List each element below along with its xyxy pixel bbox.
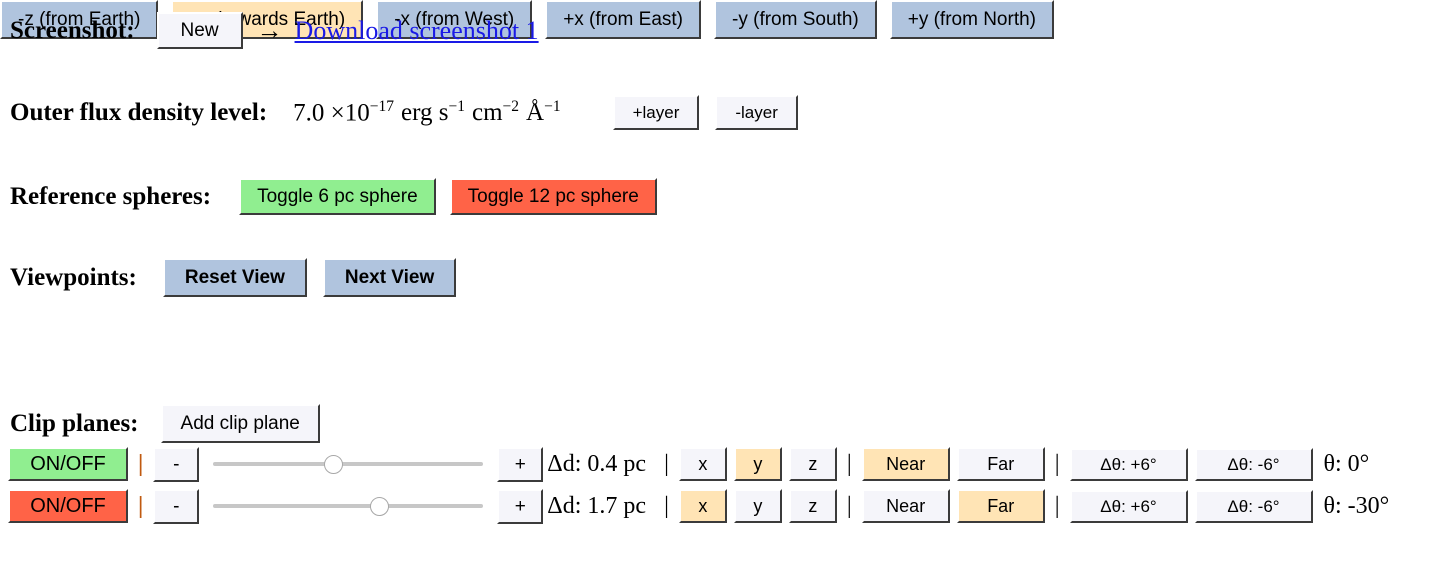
reference-spheres-row: Reference spheres: Toggle 6 pc sphere To…	[10, 178, 657, 215]
clip-plane-axis-group: xyz	[678, 489, 837, 523]
layer-button-group: +layer -layer	[612, 95, 798, 130]
flux-mantissa: 7.0 ×10	[293, 99, 370, 127]
clip-plane-increment-button[interactable]: +	[497, 446, 544, 482]
clip-plane-onoff-toggle[interactable]: ON/OFF	[8, 489, 128, 523]
flux-unit-angstrom-exponent: −1	[544, 97, 561, 115]
sphere-toggle-group: Toggle 6 pc sphere Toggle 12 pc sphere	[239, 178, 657, 215]
clip-plane-side-button-far[interactable]: Far	[956, 489, 1045, 523]
clip-plane-axis-group: xyz	[678, 447, 837, 481]
separator: |	[138, 451, 144, 477]
control-panel: Screenshot: New → Download screenshot 1 …	[0, 0, 1446, 561]
clip-plane-theta-group: Δθ: +6° Δθ: -6°	[1069, 489, 1313, 523]
clip-plane-side-button-near[interactable]: Near	[861, 489, 950, 523]
clip-plane-theta-increase-button[interactable]: Δθ: +6°	[1069, 489, 1188, 523]
toggle-12pc-sphere-button[interactable]: Toggle 12 pc sphere	[449, 178, 657, 215]
remove-layer-button[interactable]: -layer	[715, 95, 798, 130]
flux-density-row: Outer flux density level: 7.0 ×10−17 erg …	[10, 95, 798, 130]
clip-plane-axis-button-y[interactable]: y	[733, 489, 782, 523]
clip-planes-header-row: Clip planes: Add clip plane	[10, 404, 320, 443]
flux-unit-erg: erg s	[401, 99, 449, 127]
clip-plane-decrement-button[interactable]: -	[153, 488, 200, 524]
clip-plane-theta-value: θ: -30°	[1323, 492, 1390, 519]
clip-planes-label: Clip planes:	[10, 409, 139, 437]
clip-plane-theta-decrease-button[interactable]: Δθ: -6°	[1194, 489, 1313, 523]
viewpoints-row: Viewpoints: Reset View Next View	[10, 258, 457, 297]
flux-density-label: Outer flux density level:	[10, 98, 268, 126]
flux-unit-cm: cm	[471, 99, 503, 127]
clip-plane-side-group: Near Far	[861, 447, 1045, 481]
separator: |	[846, 493, 852, 519]
clip-plane-distance-slider[interactable]	[213, 453, 484, 475]
next-view-button[interactable]: Next View	[322, 258, 457, 297]
flux-unit-cm-exponent: −2	[502, 97, 520, 115]
clip-plane-row: ON/OFF | - + Δd: 0.4 pc | x y z | Near Far | Δθ: +6° Δ…	[8, 446, 1370, 482]
screenshot-row: Screenshot: New → Download screenshot 1	[10, 12, 539, 49]
clip-plane-distance-value: Δd: 1.7 pc	[547, 492, 647, 519]
separator: |	[1054, 451, 1060, 477]
clip-plane-axis-button-x[interactable]: x	[678, 447, 727, 481]
clip-plane-row: ON/OFF | - + Δd: 1.7 pc | x y z | Near Far | Δθ: +6° Δ…	[8, 488, 1390, 524]
flux-unit-erg-exponent: −1	[448, 97, 465, 115]
clip-plane-side-button-far[interactable]: Far	[956, 447, 1045, 481]
clip-plane-side-group: Near Far	[861, 489, 1045, 523]
separator: |	[664, 493, 669, 519]
clip-plane-theta-value: θ: 0°	[1323, 450, 1370, 477]
flux-exponent: −17	[369, 97, 395, 115]
add-clip-plane-button[interactable]: Add clip plane	[160, 404, 320, 443]
flux-unit-angstrom: Å	[526, 99, 545, 127]
slider-thumb[interactable]	[324, 455, 344, 474]
clip-plane-decrement-button[interactable]: -	[153, 446, 200, 482]
clip-plane-distance-value: Δd: 0.4 pc	[547, 450, 647, 477]
viewpoint-button-4[interactable]: -y (from South)	[714, 0, 877, 39]
viewpoint-button-3[interactable]: +x (from East)	[545, 0, 702, 39]
clip-plane-theta-decrease-button[interactable]: Δθ: -6°	[1194, 447, 1313, 481]
screenshot-label: Screenshot:	[10, 16, 135, 44]
slider-thumb[interactable]	[369, 497, 389, 516]
viewpoint-action-group: Reset View Next View	[162, 258, 457, 297]
arrow-icon: →	[256, 15, 283, 45]
viewpoint-button-5[interactable]: +y (from North)	[889, 0, 1054, 39]
clip-plane-theta-group: Δθ: +6° Δθ: -6°	[1069, 447, 1313, 481]
separator: |	[846, 451, 852, 477]
separator: |	[1054, 493, 1060, 519]
clip-plane-increment-button[interactable]: +	[497, 488, 544, 524]
clip-plane-axis-button-x[interactable]: x	[678, 489, 727, 523]
clip-plane-axis-button-z[interactable]: z	[788, 489, 837, 523]
clip-plane-theta-increase-button[interactable]: Δθ: +6°	[1069, 447, 1188, 481]
clip-plane-axis-button-z[interactable]: z	[788, 447, 837, 481]
separator: |	[664, 451, 669, 477]
clip-plane-onoff-toggle[interactable]: ON/OFF	[8, 447, 128, 481]
reset-view-button[interactable]: Reset View	[162, 258, 307, 297]
add-layer-button[interactable]: +layer	[612, 95, 700, 130]
viewpoints-label: Viewpoints:	[10, 263, 137, 291]
clip-plane-distance-slider[interactable]	[213, 495, 484, 517]
separator: |	[138, 493, 144, 519]
clip-plane-axis-button-y[interactable]: y	[733, 447, 782, 481]
new-screenshot-button[interactable]: New	[156, 12, 243, 49]
slider-track	[213, 504, 484, 508]
reference-spheres-label: Reference spheres:	[10, 182, 212, 210]
slider-track	[213, 462, 484, 466]
flux-density-value: 7.0 ×10−17 erg s−1 cm−2 Å−1	[293, 98, 560, 127]
toggle-6pc-sphere-button[interactable]: Toggle 6 pc sphere	[239, 178, 436, 215]
download-screenshot-link[interactable]: Download screenshot 1	[295, 16, 539, 46]
clip-plane-side-button-near[interactable]: Near	[861, 447, 950, 481]
